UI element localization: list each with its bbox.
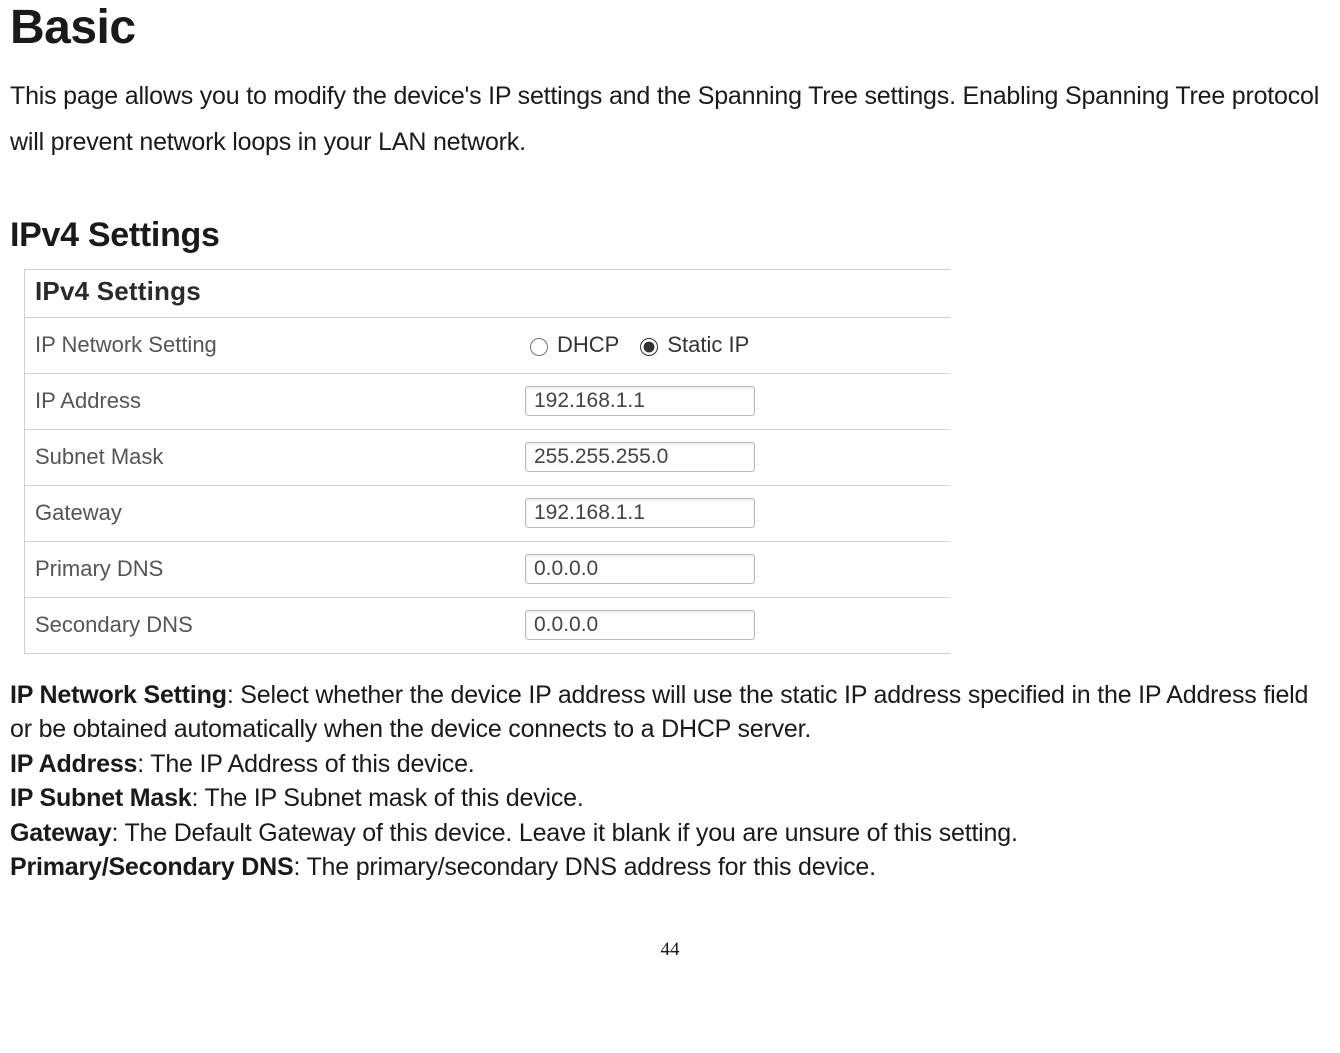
input-subnet-mask[interactable]	[525, 442, 755, 472]
label-subnet-mask: Subnet Mask	[35, 444, 525, 470]
radio-static-label[interactable]: Static IP	[635, 332, 749, 358]
input-secondary-dns[interactable]	[525, 610, 755, 640]
text-ip-address: : The IP Address of this device.	[137, 750, 474, 778]
text-dns: : The primary/secondary DNS address for …	[293, 853, 875, 881]
def-gateway: Gateway: The Default Gateway of this dev…	[10, 816, 1330, 851]
ip-network-setting-options: DHCP Static IP	[525, 332, 940, 358]
def-ip-subnet: IP Subnet Mask: The IP Subnet mask of th…	[10, 781, 1330, 816]
radio-dhcp-label[interactable]: DHCP	[525, 332, 619, 358]
label-secondary-dns: Secondary DNS	[35, 612, 525, 638]
radio-dhcp[interactable]	[530, 338, 548, 356]
label-gateway: Gateway	[35, 500, 525, 526]
input-ip-address[interactable]	[525, 386, 755, 416]
ipv4-settings-panel: IPv4 Settings IP Network Setting DHCP St…	[24, 269, 950, 654]
radio-static-text: Static IP	[667, 332, 749, 358]
page-title: Basic	[10, 0, 1330, 55]
section-heading: IPv4 Settings	[10, 216, 1330, 255]
input-gateway[interactable]	[525, 498, 755, 528]
term-ip-network-setting: IP Network Setting	[10, 681, 227, 709]
row-ip-address: IP Address	[25, 374, 950, 430]
row-primary-dns: Primary DNS	[25, 542, 950, 598]
definitions-block: IP Network Setting: Select whether the d…	[10, 678, 1330, 885]
input-primary-dns[interactable]	[525, 554, 755, 584]
intro-paragraph: This page allows you to modify the devic…	[10, 73, 1330, 166]
text-gateway: : The Default Gateway of this device. Le…	[111, 819, 1017, 847]
term-gateway: Gateway	[10, 819, 111, 847]
label-ip-address: IP Address	[35, 388, 525, 414]
label-primary-dns: Primary DNS	[35, 556, 525, 582]
row-secondary-dns: Secondary DNS	[25, 598, 950, 653]
term-ip-address: IP Address	[10, 750, 137, 778]
text-ip-subnet: : The IP Subnet mask of this device.	[192, 784, 584, 812]
row-ip-network-setting: IP Network Setting DHCP Static IP	[25, 318, 950, 374]
label-ip-network-setting: IP Network Setting	[35, 332, 525, 358]
def-dns: Primary/Secondary DNS: The primary/secon…	[10, 850, 1330, 885]
term-dns: Primary/Secondary DNS	[10, 853, 293, 881]
def-ip-network-setting: IP Network Setting: Select whether the d…	[10, 678, 1330, 747]
radio-static[interactable]	[640, 338, 658, 356]
page-number: 44	[10, 939, 1330, 961]
radio-dhcp-text: DHCP	[557, 332, 619, 358]
def-ip-address: IP Address: The IP Address of this devic…	[10, 747, 1330, 782]
row-subnet-mask: Subnet Mask	[25, 430, 950, 486]
term-ip-subnet: IP Subnet Mask	[10, 784, 192, 812]
row-gateway: Gateway	[25, 486, 950, 542]
panel-header: IPv4 Settings	[25, 270, 950, 318]
